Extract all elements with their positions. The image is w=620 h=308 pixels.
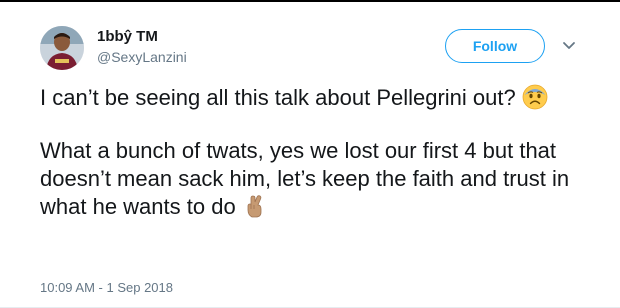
tweet-timestamp[interactable]: 10:09 AM - 1 Sep 2018 <box>40 280 173 295</box>
display-name[interactable]: 1bbŷ TM <box>97 28 158 45</box>
tweet-paragraph-1: I can’t be seeing all this talk about Pe… <box>40 84 610 117</box>
tweet-line-2: What a bunch of twats, yes we lost our f… <box>40 138 570 219</box>
crossed-fingers-icon <box>242 193 268 226</box>
avatar[interactable] <box>40 26 84 70</box>
follow-button[interactable]: Follow <box>445 29 545 63</box>
tweet-text: I can’t be seeing all this talk about Pe… <box>40 84 610 246</box>
chevron-down-icon[interactable] <box>561 38 577 54</box>
avatar-image <box>40 26 84 70</box>
tweet-card: 1bbŷ TM @SexyLanzini Follow I can’t be s… <box>0 0 620 308</box>
tweet-line-1: I can’t be seeing all this talk about Pe… <box>40 85 516 110</box>
tweet-paragraph-2: What a bunch of twats, yes we lost our f… <box>40 137 610 226</box>
user-handle[interactable]: @SexyLanzini <box>97 49 187 65</box>
fearful-face-icon <box>522 84 548 117</box>
